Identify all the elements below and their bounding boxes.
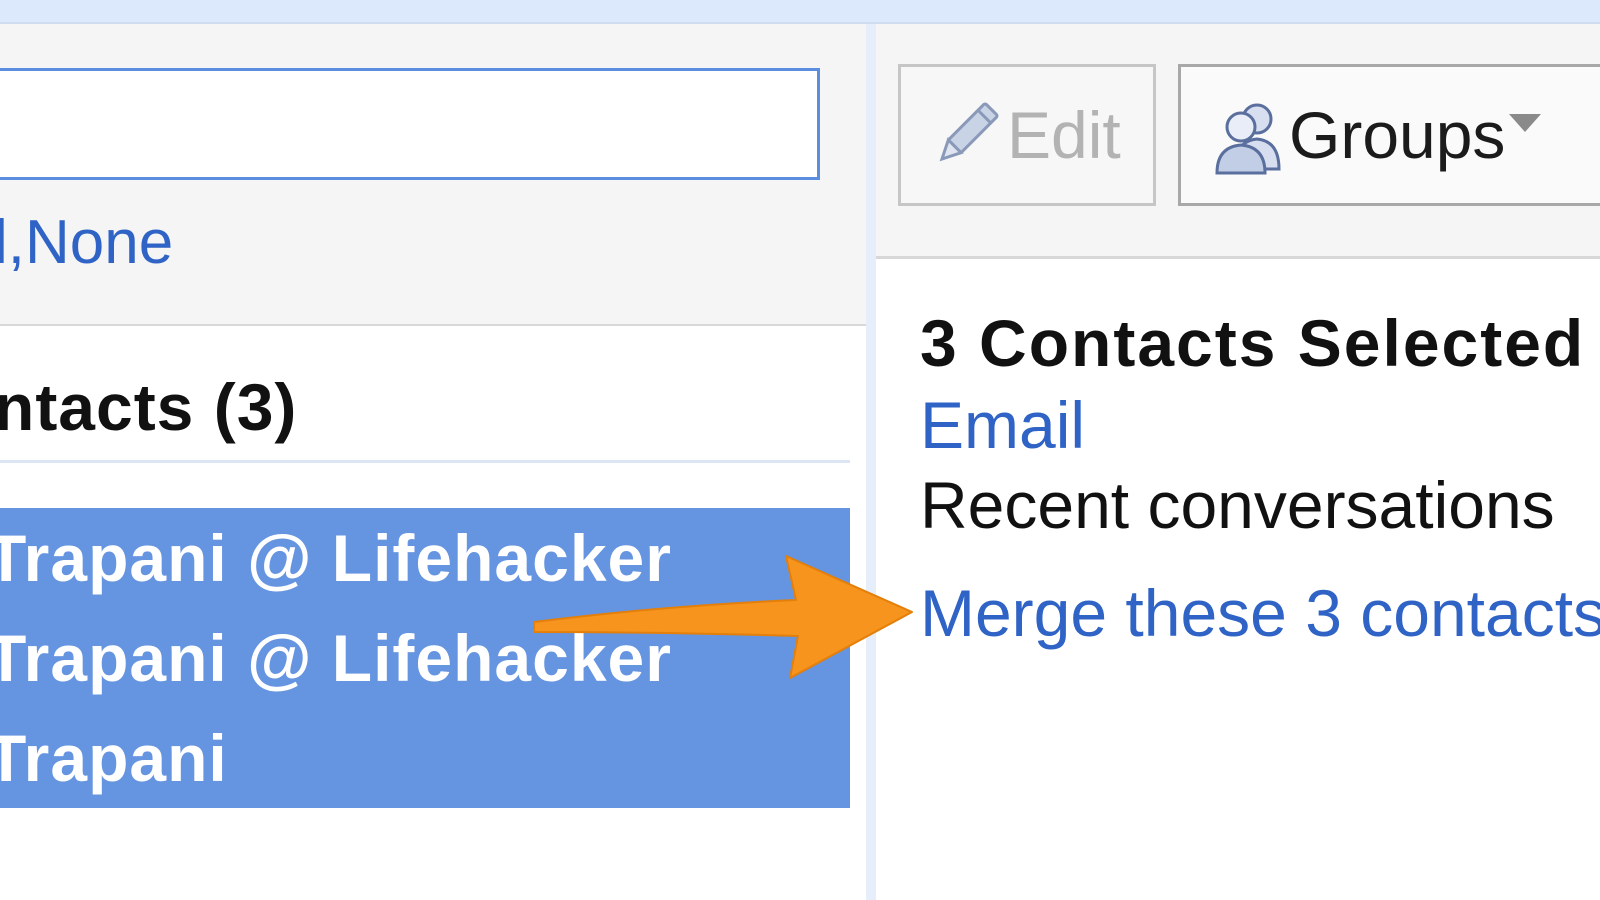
top-bar — [0, 0, 1600, 24]
groups-button[interactable]: Groups — [1178, 64, 1600, 206]
recent-conversations-label: Recent conversations — [920, 468, 1555, 542]
contact-row[interactable]: Trapani — [0, 708, 846, 808]
people-icon — [1215, 103, 1281, 175]
edit-button-label: Edit — [1007, 98, 1121, 172]
heading-divider — [0, 460, 850, 463]
contact-details-panel: Edit Groups 3 Contacts Selected Email Re… — [876, 24, 1600, 900]
toolbar: Edit Groups — [876, 24, 1600, 259]
selection-title: 3 Contacts Selected — [920, 306, 1586, 380]
search-input[interactable] — [0, 68, 820, 180]
merge-contacts-link[interactable]: Merge these 3 contacts — [920, 580, 1600, 646]
panel-divider[interactable] — [866, 24, 876, 900]
email-link[interactable]: Email — [920, 392, 1085, 458]
pencil-icon — [939, 102, 999, 162]
edit-button[interactable]: Edit — [898, 64, 1156, 206]
select-all-link[interactable]: l — [0, 208, 8, 277]
select-links: l,None — [0, 212, 173, 274]
chevron-down-icon — [1509, 114, 1542, 132]
select-separator: , — [7, 208, 26, 277]
search-area: l,None — [0, 24, 866, 326]
arrow-right-icon — [533, 555, 913, 679]
groups-button-label: Groups — [1289, 98, 1506, 172]
contacts-list-heading: ntacts (3) — [0, 370, 298, 444]
contacts-list-panel: l,None ntacts (3) Trapani @ Lifehacker T… — [0, 24, 866, 900]
contacts-window: l,None ntacts (3) Trapani @ Lifehacker T… — [0, 0, 1600, 900]
select-none-link[interactable]: None — [25, 208, 173, 277]
